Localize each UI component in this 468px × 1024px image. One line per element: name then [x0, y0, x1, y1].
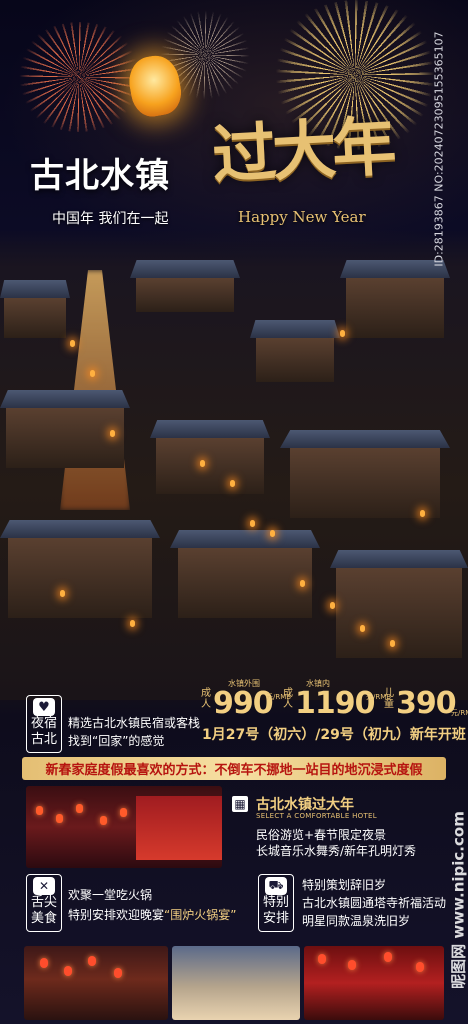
special-badge: ⛟ 特别安排 [258, 874, 294, 932]
hotel-subtitle: SELECT A COMFORTABLE HOTEL [256, 812, 377, 820]
special-line-3: 明星同款温泉洗旧岁 [302, 914, 411, 928]
red-lantern [100, 816, 107, 825]
water-town-scene [0, 230, 468, 700]
hotel-line-1: 民俗游览+春节限定夜景 [256, 828, 387, 842]
lantern-light [130, 620, 135, 627]
lantern-light [60, 590, 65, 597]
slogan-en: Happy New Year [238, 208, 366, 226]
roof [170, 530, 320, 548]
house-wall [336, 568, 462, 658]
watermark: 昵图网 www.nipic.com [448, 780, 468, 1020]
lantern-light [360, 625, 365, 632]
lantern-light [270, 530, 275, 537]
price-inside-tag: 成人 [283, 688, 293, 710]
red-lantern [56, 814, 63, 823]
house-wall [4, 298, 66, 338]
departure-dates: 1月27号（初六）/29号（初九）新年开班 [202, 727, 466, 743]
firework-left [14, 22, 144, 132]
image-id-strip: ID:28193867 NO:20240723095155365107 [424, 24, 454, 274]
red-lantern [40, 958, 48, 968]
lantern-light [230, 480, 235, 487]
lantern-light [70, 340, 75, 347]
lantern-light [300, 580, 305, 587]
house-wall [8, 538, 152, 618]
red-lantern [88, 956, 96, 966]
lantern-light [200, 460, 205, 467]
house-wall [6, 408, 124, 468]
poster: 古北水镇 过大年 中国年 我们在一起 Happy New Year ID:281… [0, 0, 468, 1024]
lantern-light [330, 602, 335, 609]
lantern-light [250, 520, 255, 527]
new-year-show-photo [26, 786, 222, 868]
highlight-banner: 新春家庭度假最喜欢的方式：不倒车不挪地一站目的地沉浸式度假 [22, 757, 446, 780]
stay-badge-label: 夜宿古北 [30, 716, 57, 747]
special-badge-label: 特别安排 [262, 895, 289, 926]
house-wall [256, 338, 334, 382]
roof [250, 320, 340, 338]
roof [0, 390, 130, 408]
special-line-2: 古北水镇圆通塔寺祈福活动 [302, 896, 447, 910]
food-line-2-quote: “围炉火锅宴” [164, 908, 237, 922]
house-wall [136, 278, 234, 312]
red-lantern [384, 952, 392, 962]
stay-line-1: 精选古北水镇民宿或客栈 [68, 716, 201, 730]
food-badge-label: 舌尖美食 [30, 895, 57, 926]
house-wall [290, 448, 440, 518]
lantern-light [90, 370, 95, 377]
price-child-value: 390 [396, 686, 457, 721]
headline-gold: 过大年 [210, 109, 395, 194]
stay-badge: ♥ 夜宿古北 [26, 695, 62, 753]
house-wall [178, 548, 312, 618]
festival-crowd-photo [304, 946, 444, 1020]
roof [130, 260, 240, 278]
food-badge: ✕ 舌尖美食 [26, 874, 62, 932]
red-lantern [318, 954, 326, 964]
hotel-title: 古北水镇过大年 [256, 797, 354, 813]
lantern-light [340, 330, 345, 337]
red-lantern [120, 808, 127, 817]
watermark-text: 昵图网 www.nipic.com [449, 811, 468, 989]
food-line-2-text: 特别安排欢迎晚宴 [68, 908, 165, 922]
price-inside-value: 1190 [295, 686, 375, 721]
roof [280, 430, 450, 448]
page-title: 古北水镇 [30, 156, 170, 196]
house-wall [346, 278, 444, 338]
stay-line-2: 找到“回家”的感觉 [68, 734, 165, 748]
building-icon: ▦ [232, 796, 248, 812]
heart-icon: ♥ [33, 698, 55, 716]
red-lantern [76, 804, 83, 813]
hotel-line-2: 长城音乐水舞秀/新年孔明灯秀 [256, 844, 417, 858]
lantern-light [420, 510, 425, 517]
special-line-1: 特别策划辞旧岁 [302, 878, 387, 892]
red-lantern [416, 962, 424, 972]
lantern-light [110, 430, 115, 437]
house-wall [156, 438, 264, 494]
red-lantern [36, 806, 43, 815]
food-line-2: 特别安排欢迎晚宴“围炉火锅宴” [68, 906, 236, 923]
dining-icon: ✕ [33, 877, 55, 895]
price-child-tag: 儿童 [384, 688, 394, 710]
food-line-1: 欢聚一堂吃火锅 [68, 888, 153, 902]
highlight-banner-text: 新春家庭度假最喜欢的方式：不倒车不挪地一站目的地沉浸式度假 [45, 763, 423, 778]
roof [150, 420, 270, 438]
night-market-photo [24, 946, 168, 1020]
roof [0, 280, 70, 298]
roof [0, 520, 160, 538]
price-outside-tag: 成人 [201, 688, 211, 710]
stage [136, 796, 222, 860]
red-lantern [348, 960, 356, 970]
price-child-unit: 元/RMB [451, 709, 468, 717]
car-icon: ⛟ [265, 877, 287, 895]
slogan: 中国年 我们在一起 [52, 211, 169, 227]
price-row: 水镇外围 成人 990 元/RMB 水镇内 成人 1190 元/RMB 儿童 3… [200, 679, 468, 721]
lantern-light [390, 640, 395, 647]
red-lantern [114, 968, 122, 978]
red-lantern [64, 966, 72, 976]
snow-street-photo [172, 946, 300, 1020]
price-outside-value: 990 [213, 686, 274, 721]
roof [330, 550, 468, 568]
image-id-text: ID:28193867 NO:20240723095155365107 [432, 31, 446, 267]
